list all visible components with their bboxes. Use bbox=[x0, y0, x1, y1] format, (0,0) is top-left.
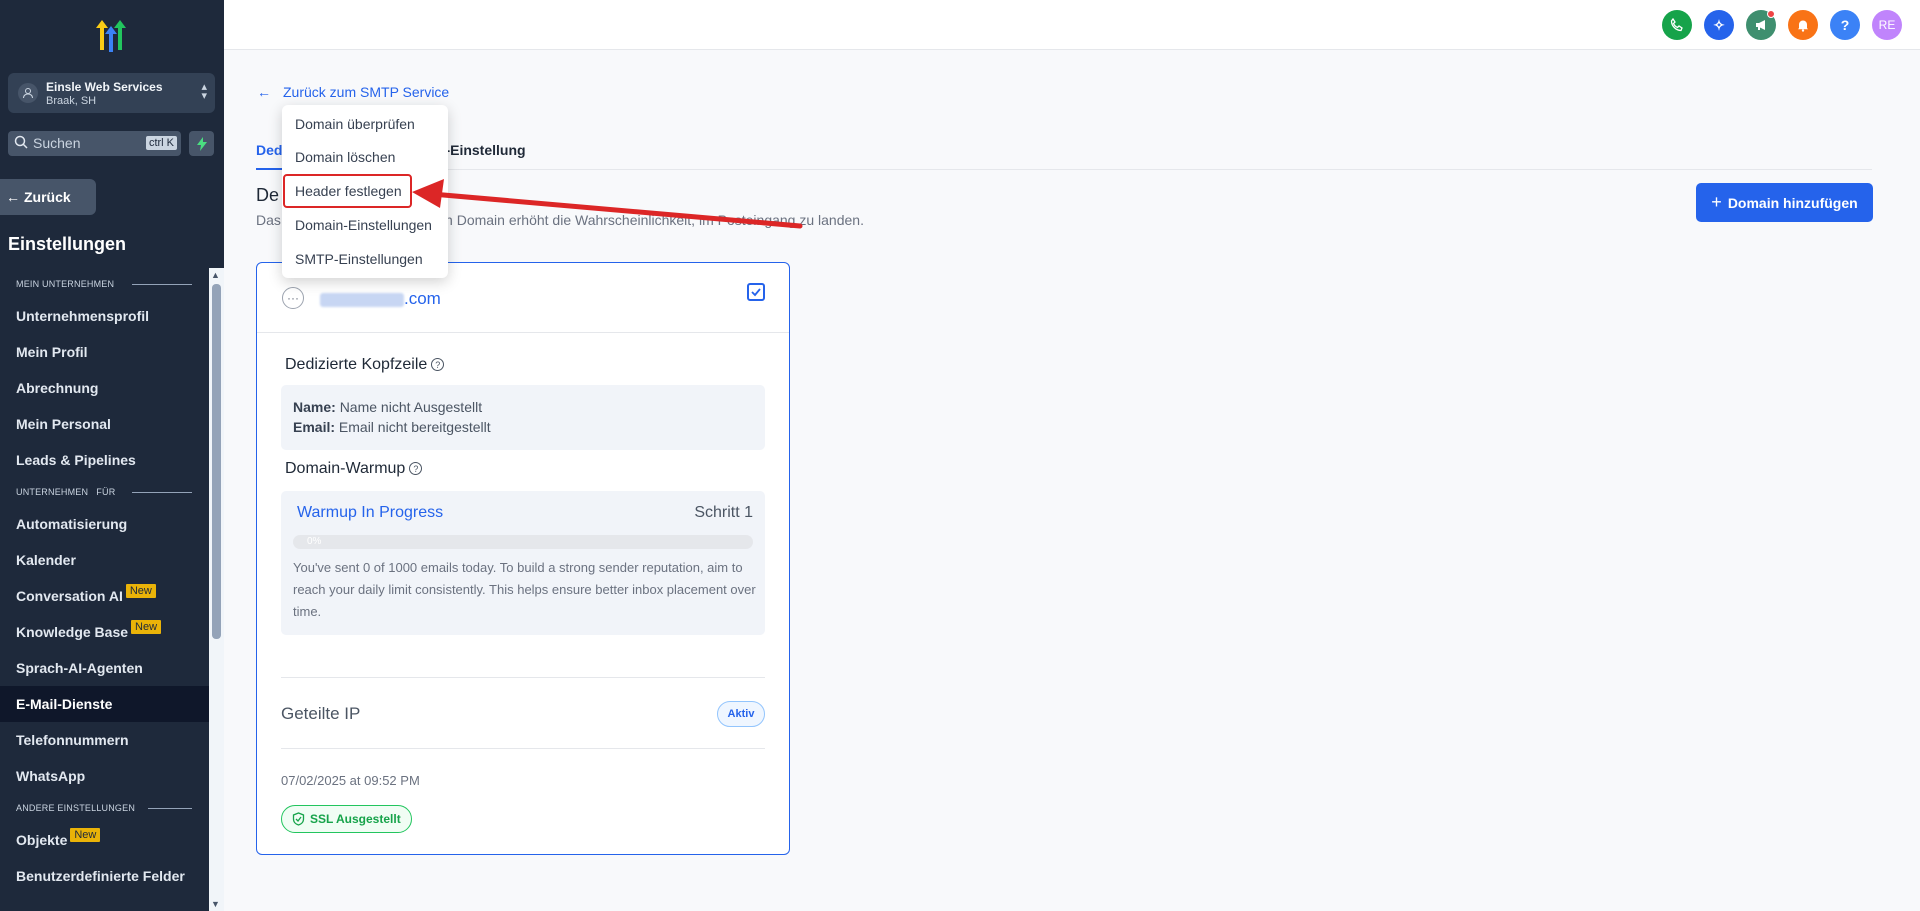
ai-sparkle-icon[interactable]: ✧ bbox=[1704, 10, 1734, 40]
plus-icon: + bbox=[1711, 192, 1722, 212]
checkbox[interactable] bbox=[747, 283, 765, 301]
sidebar-item-abrechnung[interactable]: Abrechnung bbox=[0, 370, 209, 406]
shield-check-icon bbox=[292, 812, 305, 826]
new-badge: New bbox=[125, 584, 156, 598]
search-placeholder: Suchen bbox=[33, 135, 81, 151]
sidebar-item-sprach-ai-agenten[interactable]: Sprach-AI-Agenten bbox=[0, 650, 209, 686]
search-input[interactable]: Suchen ctrl K bbox=[8, 131, 181, 156]
account-name: Einsle Web Services bbox=[46, 80, 163, 94]
domain-warmup-title: Domain-Warmup? bbox=[285, 460, 423, 478]
scroll-down-icon[interactable]: ▼ bbox=[211, 899, 220, 909]
check-icon bbox=[751, 288, 761, 297]
domain-card: ··· .com Dedizierte Kopfzeile? Name: Nam… bbox=[256, 262, 790, 855]
created-date: 07/02/2025 at 09:52 PM bbox=[281, 773, 420, 788]
avatar[interactable]: RE bbox=[1872, 10, 1902, 40]
divider bbox=[281, 748, 765, 749]
sidebar-scrollbar[interactable]: ▲ ▼ bbox=[209, 268, 224, 911]
ssl-badge: SSL Ausgestellt bbox=[281, 805, 412, 833]
menu-item-verify-domain[interactable]: Domain überprüfen bbox=[295, 116, 415, 132]
menu-item-smtp-settings[interactable]: SMTP-Einstellungen bbox=[295, 251, 423, 267]
sidebar-item-leads-pipelines[interactable]: Leads & Pipelines bbox=[0, 442, 209, 478]
arrow-left-icon: ← bbox=[257, 84, 271, 100]
sidebar-item-telefonnummern[interactable]: Telefonnummern bbox=[0, 722, 209, 758]
progress-label: 0% bbox=[307, 536, 322, 547]
phone-icon[interactable] bbox=[1662, 10, 1692, 40]
sidebar-item-mein-profil[interactable]: Mein Profil bbox=[0, 334, 209, 370]
help-icon[interactable]: ? bbox=[1830, 10, 1860, 40]
sidebar: Einsle Web Services Braak, SH ▴ ▾ Suchen … bbox=[0, 0, 224, 911]
chevron-updown-icon: ▴ ▾ bbox=[201, 81, 207, 102]
account-location: Braak, SH bbox=[46, 95, 97, 107]
annotation-highlight-box bbox=[283, 174, 412, 208]
dedicated-header-info: Name: Name nicht Ausgestellt Email: Emai… bbox=[281, 385, 765, 450]
warmup-status: Warmup In Progress bbox=[297, 504, 444, 521]
logo bbox=[96, 20, 126, 52]
scrollbar-thumb[interactable] bbox=[212, 284, 221, 639]
warmup-progress-bar: 0% bbox=[293, 535, 753, 549]
menu-item-domain-settings[interactable]: Domain-Einstellungen bbox=[295, 217, 432, 233]
search-icon bbox=[14, 135, 28, 149]
add-domain-button[interactable]: + Domain hinzufügen bbox=[1696, 183, 1873, 222]
new-badge: New bbox=[70, 828, 101, 842]
status-badge: Aktiv bbox=[717, 701, 765, 727]
location-icon bbox=[18, 83, 38, 103]
sidebar-item-conversation-ai[interactable]: Conversation AI New bbox=[0, 578, 209, 614]
blurred-domain bbox=[320, 292, 404, 307]
domain-name: .com bbox=[320, 289, 441, 309]
settings-nav: MEIN UNTERNEHMEN Unternehmensprofil Mein… bbox=[0, 270, 209, 911]
warmup-step: Schritt 1 bbox=[694, 504, 753, 521]
search-shortcut: ctrl K bbox=[145, 136, 177, 150]
warmup-box: Warmup In Progress Schritt 1 0% You've s… bbox=[281, 491, 765, 635]
shared-ip-label: Geteilte IP bbox=[281, 704, 361, 723]
new-badge: New bbox=[131, 620, 162, 634]
sidebar-item-objekte[interactable]: Objekte New bbox=[0, 822, 209, 858]
back-to-smtp-link[interactable]: ← Zurück zum SMTP Service bbox=[257, 84, 449, 100]
sidebar-item-benutzerdefinierte-felder[interactable]: Benutzerdefinierte Felder bbox=[0, 858, 209, 894]
sidebar-item-knowledge-base[interactable]: Knowledge Base New bbox=[0, 614, 209, 650]
megaphone-icon[interactable] bbox=[1746, 10, 1776, 40]
sidebar-item-whatsapp[interactable]: WhatsApp bbox=[0, 758, 209, 794]
sidebar-item-email-dienste[interactable]: E-Mail-Dienste bbox=[0, 686, 209, 722]
arrow-left-icon: ← bbox=[6, 189, 20, 205]
help-circle-icon[interactable]: ? bbox=[431, 358, 445, 371]
sidebar-item-mein-personal[interactable]: Mein Personal bbox=[0, 406, 209, 442]
sidebar-item-kalender[interactable]: Kalender bbox=[0, 542, 209, 578]
warmup-text: You've sent 0 of 1000 emails today. To b… bbox=[293, 560, 756, 619]
page-title: De bbox=[256, 185, 280, 205]
quick-action-button[interactable] bbox=[189, 131, 214, 156]
section-header: ANDERE EINSTELLUNGEN bbox=[0, 794, 209, 822]
scroll-up-icon[interactable]: ▲ bbox=[211, 270, 220, 280]
menu-item-delete-domain[interactable]: Domain löschen bbox=[295, 149, 395, 165]
section-header: UNTERNEHMEN FÜR bbox=[0, 478, 209, 506]
sidebar-item-unternehmensprofil[interactable]: Unternehmensprofil bbox=[0, 298, 209, 334]
help-circle-icon[interactable]: ? bbox=[409, 462, 423, 475]
account-switcher[interactable]: Einsle Web Services Braak, SH ▴ ▾ bbox=[8, 73, 215, 113]
notification-dot bbox=[1767, 10, 1775, 18]
bell-icon[interactable] bbox=[1788, 10, 1818, 40]
back-label: Zurück bbox=[24, 189, 71, 205]
back-button[interactable]: ← Zurück bbox=[0, 179, 96, 215]
section-header: MEIN UNTERNEHMEN bbox=[0, 270, 209, 298]
dedicated-header-title: Dedizierte Kopfzeile? bbox=[285, 356, 445, 374]
lightning-icon bbox=[196, 136, 207, 151]
more-options-icon[interactable]: ··· bbox=[282, 287, 304, 309]
settings-title: Einstellungen bbox=[8, 234, 127, 254]
sidebar-item-automatisierung[interactable]: Automatisierung bbox=[0, 506, 209, 542]
topbar: ✧ ? RE bbox=[224, 0, 1920, 50]
tabs: Dedi in-Einstellung bbox=[256, 138, 1872, 170]
divider bbox=[281, 677, 765, 678]
